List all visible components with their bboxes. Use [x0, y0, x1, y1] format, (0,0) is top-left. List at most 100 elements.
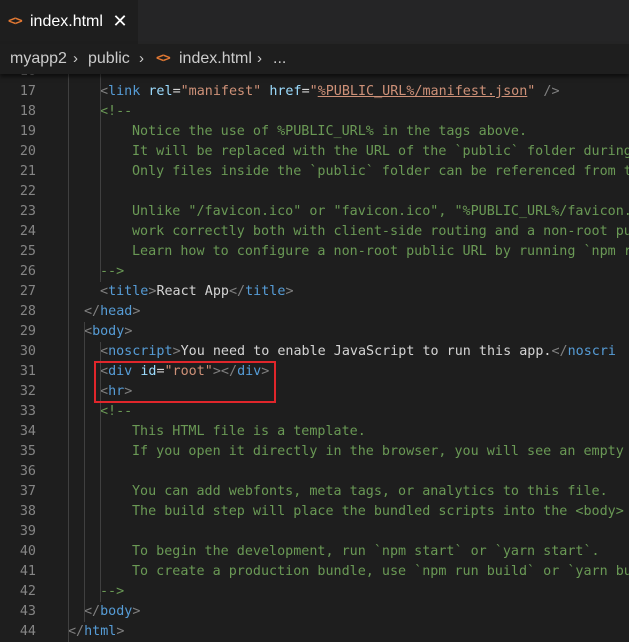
- code-text: -->: [100, 262, 124, 282]
- code-text: Only files inside the `public` folder ca…: [132, 162, 629, 182]
- code-line[interactable]: 42 -->: [0, 582, 629, 602]
- code-token: Notice the use of %PUBLIC_URL% in the ta…: [132, 124, 528, 139]
- code-line[interactable]: 28 </head>: [0, 302, 629, 322]
- code-token: >: [132, 604, 141, 619]
- line-number: 18: [19, 104, 36, 119]
- code-text: </html>: [68, 622, 124, 642]
- breadcrumb-item-index-html[interactable]: index.html: [179, 44, 252, 74]
- code-text: It will be replaced with the URL of the …: [132, 142, 629, 162]
- code-line[interactable]: 25 Learn how to configure a non-root publ…: [0, 242, 629, 262]
- code-line[interactable]: 23 Unlike "/favicon.ico" or "favicon.ico"…: [0, 202, 629, 222]
- code-line[interactable]: 43 </body>: [0, 602, 629, 622]
- code-text: Learn how to configure a non-root public…: [132, 242, 629, 262]
- code-token: "root": [164, 364, 213, 379]
- code-text: work correctly both with client-side rou…: [132, 222, 629, 242]
- line-number: 26: [19, 264, 36, 279]
- code-line[interactable]: 19 Notice the use of %PUBLIC_URL% in the …: [0, 122, 629, 142]
- html-file-icon: <>: [156, 51, 171, 66]
- code-line[interactable]: 31 <div id="root"></div>: [0, 362, 629, 382]
- code-token: </: [68, 624, 85, 639]
- line-number: 31: [19, 364, 36, 379]
- line-number: 25: [19, 244, 36, 259]
- code-token: <: [100, 364, 109, 379]
- tab-bar: <> index.html ✕: [0, 0, 629, 44]
- tab-index-html[interactable]: <> index.html ✕: [0, 0, 138, 44]
- line-number: 24: [19, 224, 36, 239]
- code-token: work correctly both with client-side rou…: [132, 224, 629, 239]
- code-line[interactable]: 32 <hr>: [0, 382, 629, 402]
- code-line[interactable]: 29 <body>: [0, 322, 629, 342]
- line-number: 33: [19, 404, 36, 419]
- code-line[interactable]: 18 <!--: [0, 102, 629, 122]
- code-token: The build step will place the bundled sc…: [132, 504, 624, 519]
- code-token: You can add webfonts, meta tags, or anal…: [132, 484, 608, 499]
- code-line[interactable]: 22: [0, 182, 629, 202]
- code-line[interactable]: 20 It will be replaced with the URL of th…: [0, 142, 629, 162]
- code-token: id: [140, 364, 157, 379]
- code-token: >: [116, 624, 125, 639]
- editor-window: <> index.html ✕ myapp2 › public › <> ind…: [0, 0, 629, 642]
- line-number: 29: [19, 324, 36, 339]
- code-token: -->: [100, 264, 125, 279]
- code-token: html: [84, 624, 117, 639]
- close-icon[interactable]: ✕: [110, 10, 130, 32]
- code-line[interactable]: 21 Only files inside the `public` folder …: [0, 162, 629, 182]
- code-token: =: [301, 84, 310, 99]
- code-token: div: [108, 364, 133, 379]
- breadcrumb-item-symbols[interactable]: ...: [273, 44, 286, 74]
- code-token: It will be replaced with the URL of the …: [132, 144, 629, 159]
- tab-label: index.html: [30, 13, 103, 30]
- code-token: ": [309, 84, 318, 99]
- code-text: Notice the use of %PUBLIC_URL% in the ta…: [132, 122, 527, 142]
- line-number: 42: [19, 584, 36, 599]
- line-number: 32: [19, 384, 36, 399]
- code-token: title: [245, 284, 286, 299]
- indent-guide: [100, 62, 101, 282]
- code-line[interactable]: 41 To create a production bundle, use `np…: [0, 562, 629, 582]
- code-line[interactable]: 40 To begin the development, run `npm sta…: [0, 542, 629, 562]
- code-line[interactable]: 37 You can add webfonts, meta tags, or an…: [0, 482, 629, 502]
- code-line[interactable]: 39: [0, 522, 629, 542]
- line-number: 37: [19, 484, 36, 499]
- code-text: This HTML file is a template.: [132, 422, 366, 442]
- code-text: If you open it directly in the browser, …: [132, 442, 624, 462]
- code-line[interactable]: 38 The build step will place the bundled …: [0, 502, 629, 522]
- code-token: <: [100, 284, 109, 299]
- code-line[interactable]: 17 <link rel="manifest" href="%PUBLIC_URL…: [0, 82, 629, 102]
- code-token: React App: [156, 284, 229, 299]
- breadcrumb-item-myapp2[interactable]: myapp2: [10, 44, 67, 74]
- code-token: =: [156, 364, 165, 379]
- html-file-icon: <>: [8, 14, 23, 29]
- line-number: 38: [19, 504, 36, 519]
- code-token: >: [285, 284, 294, 299]
- code-text: <link rel="manifest" href="%PUBLIC_URL%/…: [100, 82, 560, 102]
- code-token: link: [108, 84, 141, 99]
- code-token: hr: [108, 384, 125, 399]
- line-number: 17: [19, 84, 36, 99]
- code-text: <div id="root"></div>: [100, 362, 269, 382]
- code-token: %PUBLIC_URL%/manifest.json: [317, 84, 528, 99]
- code-line[interactable]: 24 work correctly both with client-side r…: [0, 222, 629, 242]
- code-token: body: [92, 324, 125, 339]
- code-line[interactable]: 26 -->: [0, 262, 629, 282]
- code-line[interactable]: 27 <title>React App</title>: [0, 282, 629, 302]
- breadcrumb-item-public[interactable]: public: [88, 44, 130, 74]
- code-line[interactable]: 35 If you open it directly in the browser…: [0, 442, 629, 462]
- code-token: />: [543, 84, 560, 99]
- chevron-right-icon: ›: [139, 50, 144, 67]
- code-token: </: [84, 304, 101, 319]
- code-line[interactable]: 34 This HTML file is a template.: [0, 422, 629, 442]
- code-line[interactable]: 33 <!--: [0, 402, 629, 422]
- code-text: <!--: [100, 402, 132, 422]
- code-line[interactable]: 36: [0, 462, 629, 482]
- code-text: To begin the development, run `npm start…: [132, 542, 600, 562]
- code-token: To begin the development, run `npm start…: [132, 544, 600, 559]
- code-line[interactable]: 30 <noscript>You need to enable JavaScrip…: [0, 342, 629, 362]
- code-text: -->: [100, 582, 124, 602]
- code-token: "manifest": [180, 84, 262, 99]
- line-number: 35: [19, 444, 36, 459]
- code-text: You can add webfonts, meta tags, or anal…: [132, 482, 608, 502]
- code-editor[interactable]: 16-->17<link rel="manifest" href="%PUBLI…: [0, 62, 629, 642]
- code-token: <: [100, 84, 109, 99]
- code-line[interactable]: 44 </html>: [0, 622, 629, 642]
